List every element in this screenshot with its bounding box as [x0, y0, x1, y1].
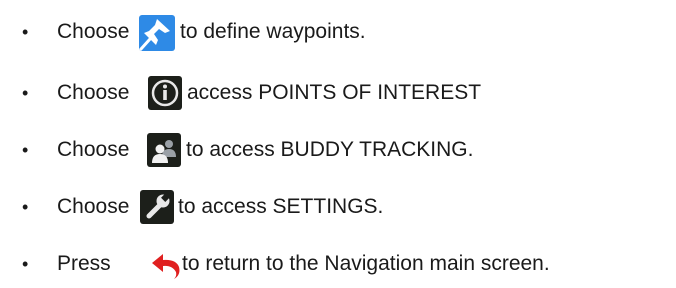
bullet: •	[22, 254, 29, 274]
pushpin-icon	[139, 15, 175, 51]
item-verb: Press	[57, 252, 111, 275]
item-verb: Choose	[57, 81, 130, 104]
list-item-waypoints: • Choose to define waypoints.	[0, 12, 676, 52]
item-text: to access BUDDY TRACKING.	[186, 138, 474, 161]
item-verb: Choose	[57, 20, 130, 43]
item-text: to access SETTINGS.	[178, 195, 384, 218]
bullet: •	[22, 22, 29, 42]
buddy-tracking-icon	[147, 133, 183, 169]
back-arrow-icon	[150, 248, 186, 284]
item-text: to return to the Navigation main screen.	[182, 252, 550, 275]
list-item-buddy-tracking: • Choose to access BUDDY TRACKING.	[0, 130, 676, 170]
list-item-return: • Press to return to the Navigation main…	[0, 244, 676, 284]
wrench-icon	[140, 190, 176, 226]
info-icon	[148, 76, 184, 112]
list-item-settings: • Choose to access SETTINGS.	[0, 187, 676, 227]
item-verb: Choose	[57, 195, 130, 218]
bullet: •	[22, 83, 29, 103]
list-item-points-of-interest: • Choose access POINTS OF INTEREST	[0, 73, 676, 113]
bullet: •	[22, 140, 29, 160]
bullet: •	[22, 197, 29, 217]
item-verb: Choose	[57, 138, 130, 161]
item-text: to define waypoints.	[180, 20, 366, 43]
instruction-list: • Choose to define waypoints. • Choose a…	[0, 0, 676, 288]
item-text: access POINTS OF INTEREST	[187, 81, 482, 104]
